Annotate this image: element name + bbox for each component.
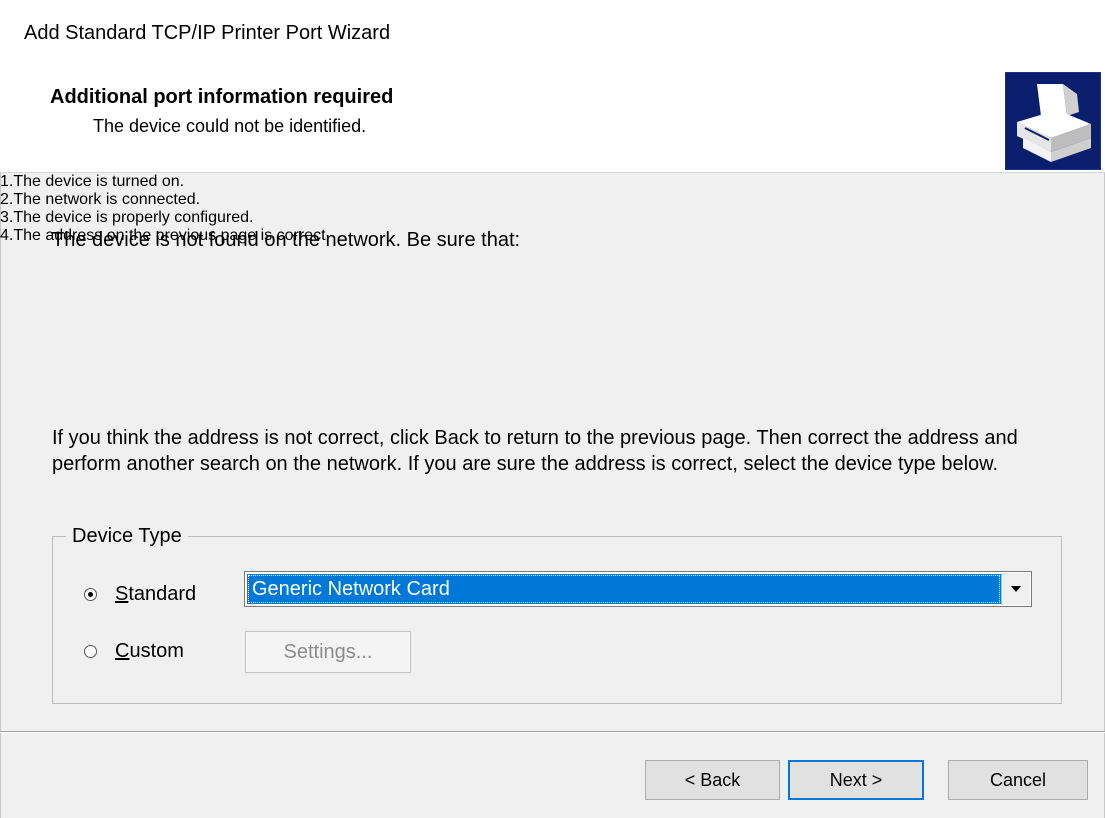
device-type-group	[52, 536, 1062, 704]
dropdown-selected-value: Generic Network Card	[247, 574, 1001, 604]
list-item: 1.The device is turned on.	[0, 173, 185, 190]
settings-button[interactable]: Settings...	[245, 631, 411, 673]
device-type-legend: Device Type	[66, 525, 188, 548]
chevron-down-icon	[1011, 586, 1021, 592]
next-label: Next >	[829, 769, 883, 790]
standard-radio[interactable]	[84, 588, 97, 601]
intro-text: The device is not found on the network. …	[52, 229, 521, 251]
list-item: 2.The network is connected.	[0, 191, 201, 208]
custom-radio-row[interactable]: Custom	[84, 640, 184, 663]
printer-wizard-icon	[1005, 72, 1101, 170]
standard-label[interactable]: Standard	[115, 583, 196, 606]
list-item: 3.The device is properly configured.	[0, 209, 254, 226]
back-label: < Back	[684, 769, 741, 790]
custom-label[interactable]: Custom	[115, 640, 184, 663]
advice-text: If you think the address is not correct,…	[52, 427, 1018, 475]
wizard-header: Additional port information required The…	[0, 66, 1105, 173]
title-bar: Add Standard TCP/IP Printer Port Wizard	[0, 0, 1105, 66]
footer-separator	[0, 731, 1105, 733]
window-title: Add Standard TCP/IP Printer Port Wizard	[24, 22, 391, 44]
dropdown-arrow-button[interactable]	[1001, 573, 1030, 605]
device-type-dropdown[interactable]: Generic Network Card	[244, 571, 1032, 607]
cancel-button[interactable]: Cancel	[948, 760, 1088, 800]
next-button[interactable]: Next >	[788, 760, 924, 800]
header-subtitle: The device could not be identified.	[93, 116, 367, 136]
standard-radio-row[interactable]: Standard	[84, 583, 196, 606]
back-button[interactable]: < Back	[645, 760, 780, 800]
wizard-content: The device is not found on the network. …	[0, 173, 1105, 731]
cancel-label: Cancel	[989, 769, 1047, 790]
header-title: Additional port information required	[50, 86, 394, 108]
custom-radio[interactable]	[84, 645, 97, 658]
